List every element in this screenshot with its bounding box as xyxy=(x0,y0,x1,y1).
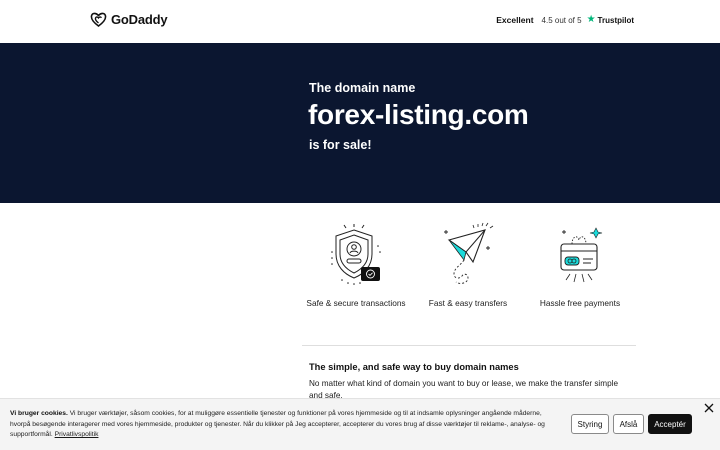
shield-icon xyxy=(331,224,381,285)
feature-payments: Hassle free payments xyxy=(524,222,636,322)
domain-name: forex-listing.com xyxy=(308,99,529,130)
cookie-message: Vi bruger cookies. Vi bruger værktøjer, … xyxy=(10,409,550,441)
info-title: The simple, and safe way to buy domain n… xyxy=(309,362,519,372)
section-divider xyxy=(302,345,636,346)
hero-banner: The domain name forex-listing.com is for… xyxy=(0,43,720,203)
feature-label: Safe & secure transactions xyxy=(306,298,406,308)
decline-cookies-button[interactable]: Afslå xyxy=(613,414,644,434)
feature-label: Hassle free payments xyxy=(539,298,621,308)
hero-for-sale: is for sale! xyxy=(309,138,372,152)
hero-intro: The domain name xyxy=(309,81,416,95)
trustpilot-star-icon: ★ xyxy=(586,14,596,25)
godaddy-logo-icon xyxy=(90,12,107,27)
close-icon[interactable] xyxy=(702,401,716,415)
privacy-policy-link[interactable]: Privatlivspolitik xyxy=(55,431,99,438)
godaddy-logo[interactable]: GoDaddy xyxy=(90,12,168,27)
trustpilot-brand-label: Trustpilot xyxy=(597,15,634,25)
credit-card-icon xyxy=(560,227,603,283)
accept-cookies-button[interactable]: Acceptér xyxy=(648,414,692,434)
feature-secure: Safe & secure transactions xyxy=(300,222,412,322)
manage-cookies-button[interactable]: Styring xyxy=(571,414,609,434)
feature-list: Safe & secure transactions Fast & easy t… xyxy=(300,222,636,322)
feature-transfer: Fast & easy transfers xyxy=(412,222,524,322)
trustpilot-score: 4.5 out of 5 xyxy=(541,15,582,25)
trustpilot-rating-word: Excellent xyxy=(496,15,534,25)
trustpilot-widget[interactable]: Excellent 4.5 out of 5 ★ Trustpilot xyxy=(496,15,634,26)
cookie-banner: Vi bruger cookies. Vi bruger værktøjer, … xyxy=(0,398,720,450)
trustpilot-brand: ★ Trustpilot xyxy=(587,15,634,25)
feature-label: Fast & easy transfers xyxy=(428,298,508,308)
cookie-heading: Vi bruger cookies. xyxy=(10,410,68,417)
site-header: GoDaddy Excellent 4.5 out of 5 ★ Trustpi… xyxy=(0,0,720,43)
brand-name: GoDaddy xyxy=(111,12,168,27)
paper-plane-icon xyxy=(444,222,494,284)
